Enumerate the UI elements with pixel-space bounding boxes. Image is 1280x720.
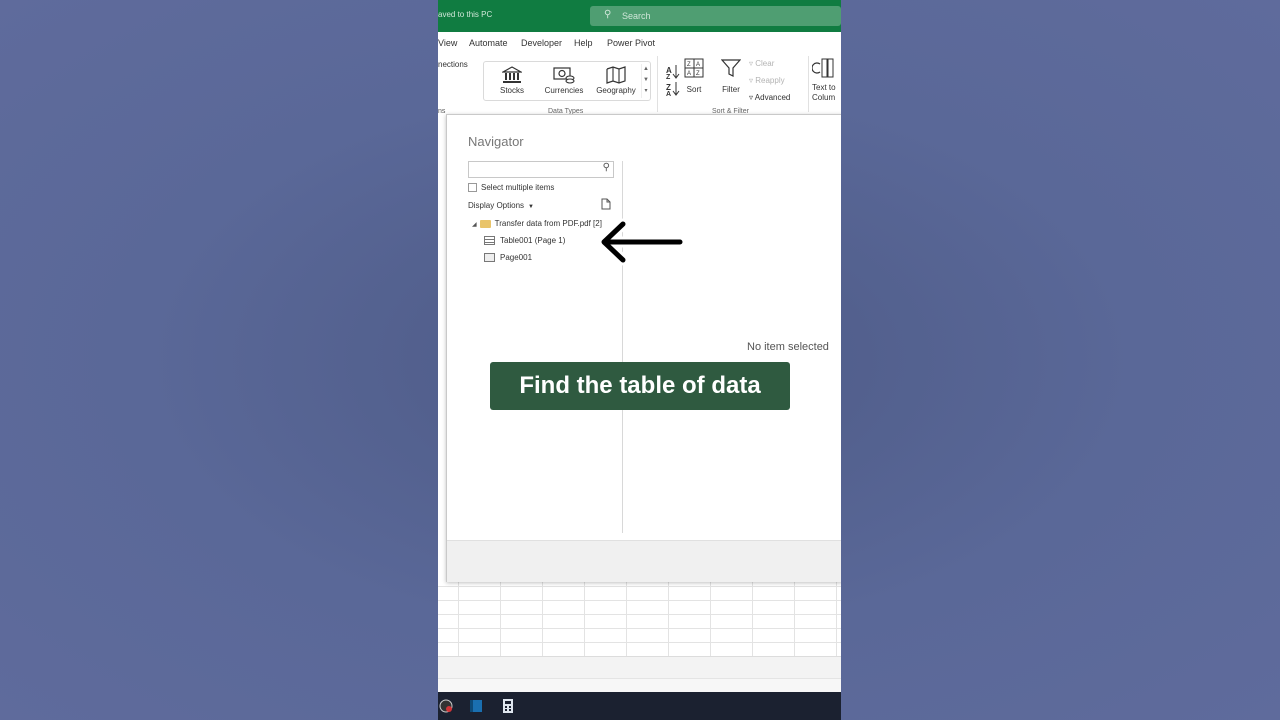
table-icon [484, 236, 495, 246]
checkbox-box[interactable] [468, 183, 477, 193]
page-icon [484, 253, 495, 263]
taskbar [438, 692, 841, 720]
data-types-gallery: Stocks Currencies Geography ▲ ▼ ▾ [483, 61, 651, 101]
separator [657, 56, 658, 112]
save-status: aved to this PC [438, 10, 493, 19]
currencies-button[interactable]: Currencies [540, 66, 588, 95]
caret-down-icon: ▼ [528, 204, 534, 210]
gallery-scroll[interactable]: ▲ ▼ ▾ [641, 64, 650, 98]
svg-text:A: A [696, 62, 700, 68]
filter-button[interactable]: Filter [718, 58, 744, 94]
more-icon[interactable]: ▾ [642, 86, 650, 97]
tree-item-label: Page001 [500, 253, 533, 262]
no-item-selected-text: No item selected [747, 341, 829, 353]
search-icon: ⚲ [602, 162, 610, 173]
tree-item-table001[interactable]: Table001 (Page 1) [484, 236, 566, 246]
clear-label: Clear [755, 59, 775, 68]
filter-label: Filter [722, 85, 740, 94]
status-bar [438, 678, 841, 693]
excel-screen: aved to this PC ⚲ Search View Automate D… [438, 0, 841, 720]
stocks-label: Stocks [499, 86, 524, 95]
separator [808, 56, 809, 112]
sheet-tabs-bar [438, 656, 841, 679]
navigator-search-input[interactable]: ⚲ [468, 161, 614, 178]
chevron-up-icon[interactable]: ▲ [642, 64, 650, 75]
tab-power-pivot[interactable]: Power Pivot [607, 38, 655, 48]
bank-icon [502, 66, 522, 83]
caption-overlay: Find the table of data [490, 362, 790, 410]
sort-label: Sort [686, 85, 702, 94]
currencies-label: Currencies [544, 86, 584, 95]
geography-label: Geography [596, 86, 636, 95]
stocks-button[interactable]: Stocks [488, 66, 536, 95]
queries-group-label: ns [438, 108, 446, 115]
sort-dialog-icon: Z A A Z [684, 58, 704, 78]
navigator-dialog: Navigator ⚲ Select multiple items Displa… [446, 114, 841, 582]
document-refresh-icon[interactable] [601, 198, 611, 210]
reapply-label: Reapply [755, 76, 785, 85]
advanced-label: Advanced [754, 93, 791, 102]
collapse-icon[interactable]: ◢ [472, 222, 477, 228]
chevron-down-icon[interactable]: ▼ [642, 75, 650, 86]
tab-developer[interactable]: Developer [521, 38, 562, 48]
worksheet-grid[interactable] [438, 582, 841, 656]
search-icon: ⚲ [604, 9, 612, 20]
navigator-title: Navigator [468, 134, 524, 149]
window-icon[interactable] [468, 698, 484, 714]
ribbon-tabs: View Automate Developer Help Power Pivot [438, 32, 841, 52]
connections-button[interactable]: nections [438, 60, 468, 69]
advanced-filter-button[interactable]: ▿ Advanced [749, 93, 790, 102]
text-to-columns-label-1: Text to [812, 83, 836, 92]
text-to-columns-label-2: Colum [812, 93, 836, 102]
title-bar: aved to this PC ⚲ Search [438, 0, 841, 32]
svg-text:Z: Z [666, 74, 671, 81]
search-placeholder: Search [622, 11, 651, 21]
tree-item-page001[interactable]: Page001 [484, 253, 533, 263]
reapply-button[interactable]: ▿ Reapply [749, 76, 785, 85]
tab-automate[interactable]: Automate [469, 38, 508, 48]
svg-text:A: A [687, 71, 691, 77]
calculator-icon[interactable] [500, 698, 516, 714]
sort-button[interactable]: Z A A Z Sort [682, 58, 706, 94]
text-to-columns-button[interactable]: Text to Colum [811, 58, 841, 103]
map-icon [606, 66, 626, 84]
svg-text:A: A [666, 91, 671, 96]
app-icon[interactable] [438, 698, 454, 714]
navigator-footer [447, 540, 841, 582]
select-multiple-checkbox[interactable]: Select multiple items [468, 183, 555, 193]
display-options-label: Display Options [468, 201, 525, 210]
clear-filter-button[interactable]: ▿ Clear [749, 59, 774, 68]
svg-text:Z: Z [687, 62, 691, 68]
tree-item-label: Table001 (Page 1) [500, 236, 566, 245]
funnel-icon [720, 59, 742, 77]
tab-help[interactable]: Help [574, 38, 593, 48]
folder-label: Transfer data from PDF.pdf [2] [494, 219, 602, 228]
geography-button[interactable]: Geography [592, 66, 640, 95]
text-to-columns-icon [811, 58, 834, 78]
pointer-arrow-icon [598, 218, 686, 266]
svg-text:Z: Z [696, 71, 700, 77]
search-box[interactable]: ⚲ Search [590, 6, 841, 26]
select-multiple-label: Select multiple items [481, 183, 555, 192]
tree-folder-node[interactable]: ◢ Transfer data from PDF.pdf [2] [472, 219, 602, 228]
sort-icon: A Z Z A [666, 65, 680, 98]
display-options-dropdown[interactable]: Display Options ▼ [468, 201, 534, 210]
ribbon: nections ns Stocks Currencies Geography … [438, 52, 841, 117]
tab-view[interactable]: View [438, 38, 457, 48]
currency-icon [553, 67, 575, 84]
sort-asc-desc-icon[interactable]: A Z Z A [666, 62, 680, 101]
folder-icon [479, 219, 491, 228]
